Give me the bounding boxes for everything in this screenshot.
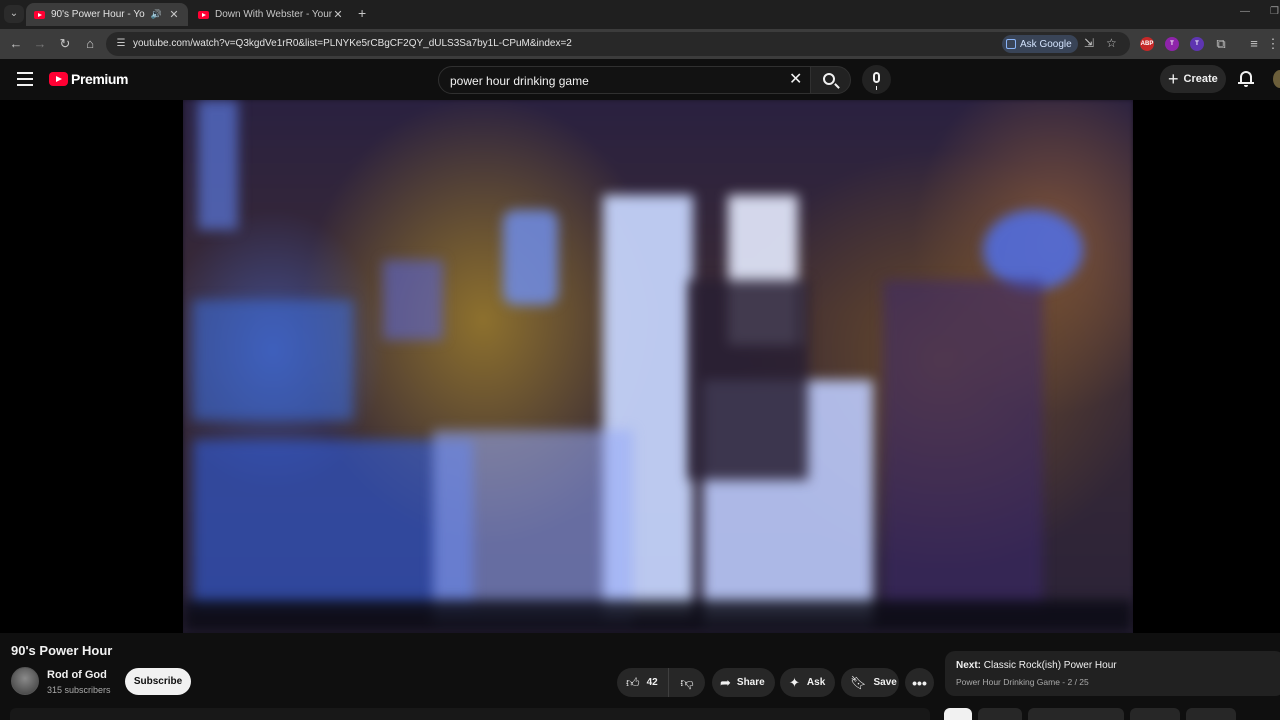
filter-chip-all[interactable]: [944, 708, 972, 720]
like-button[interactable]: 👍︎ 42: [617, 668, 669, 697]
channel-avatar[interactable]: [11, 667, 39, 695]
up-next-card[interactable]: Next: Classic Rock(ish) Power Hour Power…: [945, 651, 1280, 696]
create-button[interactable]: + Create: [1160, 65, 1226, 93]
url-text[interactable]: youtube.com/watch?v=Q3kgdVe1rR0&list=PLN…: [133, 38, 572, 49]
notifications-bell-icon[interactable]: [1237, 70, 1255, 88]
youtube-premium-logo[interactable]: Premium: [49, 71, 129, 87]
thumbs-up-icon: 👍︎: [626, 675, 640, 690]
like-dislike-group: 👍︎ 42 👎︎: [617, 668, 705, 697]
bookmark-star-icon[interactable]: ☆: [1106, 36, 1117, 50]
extensions-puzzle-icon[interactable]: ⧉: [1212, 35, 1230, 53]
tab-active[interactable]: 90's Power Hour - YouTube 🔊 ✕: [26, 3, 188, 26]
ask-label: Ask: [806, 677, 826, 688]
up-next-prefix: Next:: [956, 660, 982, 671]
tab-title: 90's Power Hour - YouTube: [51, 9, 145, 20]
youtube-favicon-icon: [198, 10, 209, 19]
extension-icon[interactable]: T: [1165, 37, 1179, 51]
search-icon: [823, 73, 835, 85]
microphone-icon: [873, 72, 880, 90]
browser-tab-strip: ⌄ 90's Power Hour - YouTube 🔊 ✕ Down Wit…: [0, 0, 1280, 29]
filter-chip[interactable]: [978, 708, 1022, 720]
subscriber-count: 315 subscribers: [47, 685, 111, 695]
share-arrow-icon: ➦: [720, 675, 731, 690]
up-next-playlist: Power Hour Drinking Game - 2 / 25: [956, 677, 1089, 687]
share-button[interactable]: ➦ Share: [712, 668, 775, 697]
reload-icon[interactable]: ↻: [56, 35, 74, 53]
home-icon[interactable]: ⌂: [81, 35, 99, 53]
save-button[interactable]: 🔖︎ Save: [841, 668, 899, 697]
search-input[interactable]: power hour drinking game ✕: [438, 66, 812, 94]
menu-icon[interactable]: ⋮: [1264, 35, 1280, 53]
description-box-edge[interactable]: [10, 708, 930, 720]
voice-search-button[interactable]: [862, 65, 891, 94]
save-label: Save: [873, 677, 897, 688]
video-title: 90's Power Hour: [11, 643, 113, 658]
tab-search-chevron-icon[interactable]: ⌄: [4, 5, 24, 23]
tab-title: Down With Webster - Your Man: [215, 9, 332, 20]
ask-google-label: Ask Google: [1020, 38, 1072, 50]
youtube-favicon-icon: [34, 10, 45, 19]
share-label: Share: [736, 677, 765, 688]
brand-label: Premium: [71, 71, 129, 87]
youtube-masthead: Premium power hour drinking game ✕ + Cre…: [0, 59, 1280, 100]
browser-toolbar: ← → ↻ ⌂ ☰ youtube.com/watch?v=Q3kgdVe1rR…: [0, 29, 1280, 59]
hamburger-menu-icon[interactable]: [17, 72, 33, 86]
youtube-play-logo-icon: [49, 72, 68, 86]
tab-close-icon[interactable]: ✕: [332, 8, 344, 21]
minimize-icon[interactable]: —: [1240, 6, 1250, 17]
more-horizontal-icon: •••: [912, 674, 927, 691]
subscribe-button[interactable]: Subscribe: [125, 668, 191, 695]
reading-list-icon[interactable]: ≡: [1245, 35, 1263, 53]
sparkle-icon: ✦: [789, 675, 800, 690]
bookmark-icon: 🔖︎: [850, 675, 867, 690]
lens-icon: [1006, 39, 1016, 49]
filter-chip[interactable]: [1186, 708, 1236, 720]
speaker-icon[interactable]: 🔊: [151, 9, 162, 20]
search-query[interactable]: power hour drinking game: [450, 74, 589, 88]
more-actions-button[interactable]: •••: [905, 668, 934, 697]
address-bar[interactable]: ☰ youtube.com/watch?v=Q3kgdVe1rR0&list=P…: [106, 32, 1130, 56]
filter-chip[interactable]: [1130, 708, 1180, 720]
dislike-button[interactable]: 👎︎: [669, 668, 705, 697]
restore-icon[interactable]: ❐: [1270, 6, 1279, 17]
channel-name[interactable]: Rod of God: [47, 669, 107, 681]
adblock-extension-icon[interactable]: ABP: [1140, 37, 1154, 51]
search-button[interactable]: [810, 66, 851, 94]
new-tab-icon[interactable]: +: [358, 5, 366, 21]
clear-search-icon[interactable]: ✕: [789, 71, 802, 89]
filter-chip[interactable]: [1028, 708, 1124, 720]
plus-icon: +: [1168, 69, 1179, 89]
up-next-title: Next: Classic Rock(ish) Power Hour: [956, 660, 1117, 671]
ask-google-button[interactable]: Ask Google: [1002, 35, 1078, 53]
create-label: Create: [1183, 73, 1218, 85]
install-app-icon[interactable]: ⇲: [1084, 36, 1094, 50]
thumbs-down-icon: 👎︎: [680, 675, 694, 690]
account-avatar[interactable]: [1273, 70, 1280, 88]
tab-close-icon[interactable]: ✕: [168, 8, 180, 21]
extension-icon[interactable]: T: [1190, 37, 1204, 51]
up-next-video-title: Classic Rock(ish) Power Hour: [983, 660, 1117, 671]
site-info-icon[interactable]: ☰: [114, 37, 128, 51]
tab-inactive[interactable]: Down With Webster - Your Man ✕: [190, 3, 352, 26]
forward-icon[interactable]: →: [31, 35, 49, 53]
video-frame[interactable]: [183, 100, 1133, 633]
video-player[interactable]: [0, 100, 1280, 633]
like-count: 42: [646, 677, 658, 688]
ask-button[interactable]: ✦ Ask: [780, 668, 835, 697]
back-icon[interactable]: ←: [7, 35, 25, 53]
